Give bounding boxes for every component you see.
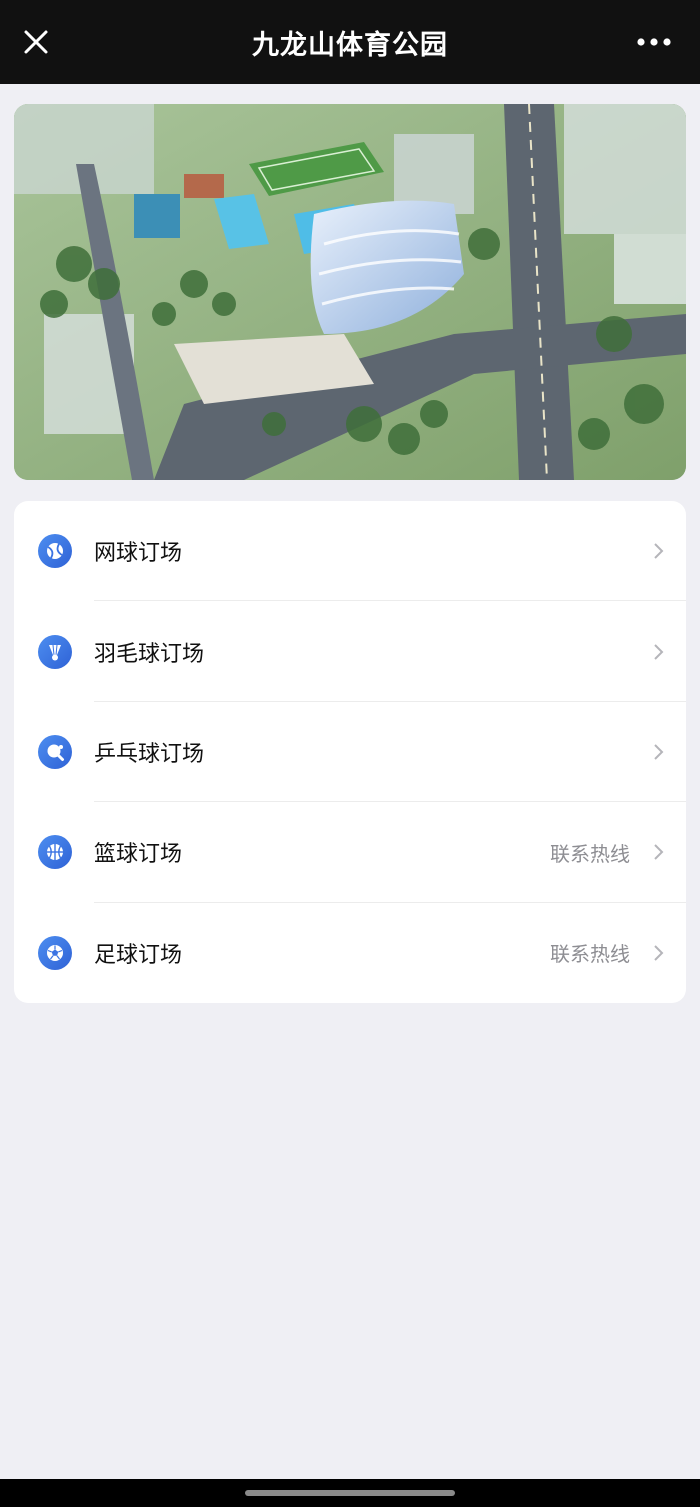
ping-pong-icon xyxy=(38,734,72,769)
top-navigation-bar: 九龙山体育公园 xyxy=(0,0,700,84)
close-button[interactable] xyxy=(18,24,54,60)
contact-hotline-link[interactable]: 联系热线 xyxy=(550,938,630,967)
park-aerial-banner xyxy=(14,104,686,480)
chevron-right-icon xyxy=(654,945,664,961)
chevron-right-icon xyxy=(654,543,664,559)
menu-item-basketball[interactable]: 篮球订场 联系热线 xyxy=(14,802,686,903)
chevron-right-icon xyxy=(654,643,664,660)
menu-item-badminton[interactable]: 羽毛球订场 xyxy=(14,601,686,702)
menu-item-label: 篮球订场 xyxy=(94,842,183,868)
home-indicator[interactable] xyxy=(245,1490,455,1496)
contact-hotline-link[interactable]: 联系热线 xyxy=(550,838,630,867)
shuttlecock-icon xyxy=(38,634,72,669)
menu-item-label: 羽毛球订场 xyxy=(94,641,205,667)
menu-item-ping-pong[interactable]: 乒乓球订场 xyxy=(14,702,686,803)
menu-item-soccer[interactable]: 足球订场 联系热线 xyxy=(14,903,686,1003)
booking-menu-card: 网球订场 羽毛球订场 乒乓球订场 篮球订场 联系热线 足球订场 联系热线 xyxy=(14,501,686,1003)
chevron-right-icon xyxy=(654,744,664,760)
menu-item-label: 足球订场 xyxy=(94,942,183,968)
menu-item-tennis[interactable]: 网球订场 xyxy=(14,501,686,602)
chevron-right-icon xyxy=(654,844,664,861)
menu-item-label: 乒乓球订场 xyxy=(94,741,205,767)
more-options-button[interactable] xyxy=(632,26,676,58)
aerial-rendering-image xyxy=(14,104,686,480)
basketball-icon xyxy=(38,835,72,870)
tennis-ball-icon xyxy=(38,534,72,569)
more-dots-icon xyxy=(637,38,671,46)
home-indicator-bar xyxy=(0,1479,700,1507)
close-icon xyxy=(24,30,48,54)
soccer-ball-icon xyxy=(38,935,72,970)
page-title: 九龙山体育公园 xyxy=(252,29,448,61)
menu-item-label: 网球订场 xyxy=(94,541,183,567)
